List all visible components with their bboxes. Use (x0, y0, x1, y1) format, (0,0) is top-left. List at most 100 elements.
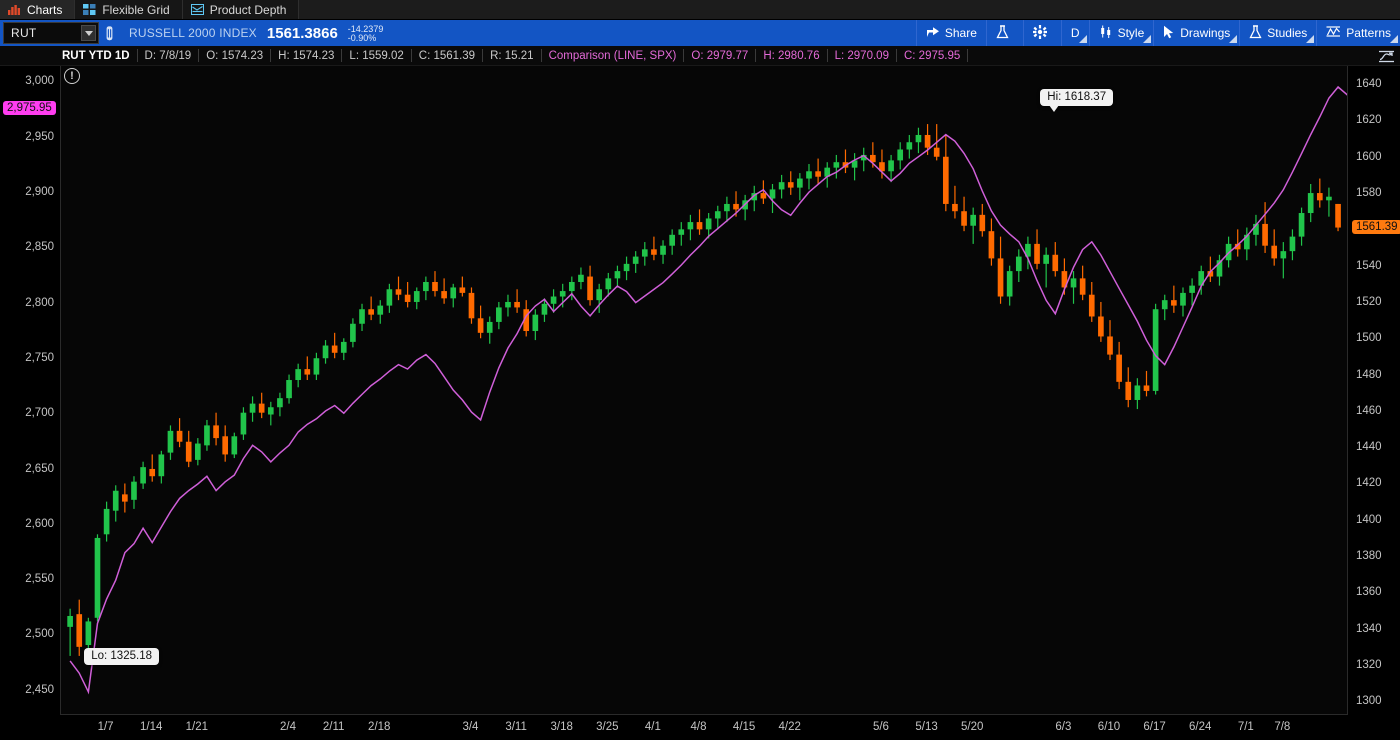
comparison-low-label: L: (834, 49, 845, 62)
left-axis-tick: 3,000 (25, 75, 54, 88)
studies-button[interactable]: Studies (1239, 20, 1316, 46)
alert-circle-icon[interactable]: ! (64, 68, 80, 84)
date-axis-tick: 1/14 (140, 721, 163, 733)
symbol-dropdown-caret[interactable] (81, 25, 96, 41)
info-high-value: 1574.23 (292, 49, 335, 62)
comparison-low: L: 2970.09 (828, 50, 896, 62)
high-callout: Hi: 1618.37 (1040, 89, 1114, 113)
studies-menu-caret[interactable] (1306, 35, 1315, 43)
timeframe-button[interactable]: D (1060, 20, 1089, 46)
quote-strip[interactable]: RUSSELL 2000 INDEX 1561.3866 -14.2379 -0… (119, 20, 393, 46)
info-low-label: L: (349, 49, 360, 62)
app-tab-flexible-grid[interactable]: Flexible Grid (75, 0, 183, 19)
info-date-label: D: (144, 49, 157, 62)
drawings-menu-caret[interactable] (1229, 35, 1238, 43)
info-open: O: 1574.23 (199, 50, 270, 62)
patterns-menu-caret[interactable] (1390, 35, 1398, 43)
style-label: Style (1117, 26, 1145, 40)
right-axis-tick: 1460 (1356, 404, 1382, 417)
left-axis-tick: 2,500 (25, 628, 54, 641)
date-axis-tick: 3/4 (462, 721, 479, 733)
comparison-open: O: 2979.77 (684, 50, 755, 62)
comparison-high-value: 2980.76 (778, 49, 820, 62)
share-label: Share (944, 26, 977, 40)
chart-area[interactable]: 3,000 2,950 2,900 2,850 2,800 2,750 2,700 2,650… (0, 66, 1400, 740)
date-axis-tick: 3/25 (596, 721, 619, 733)
right-price-axis[interactable]: 1640162016001580156015401520150014801460… (1349, 66, 1400, 714)
right-axis-tick: 1380 (1356, 550, 1382, 563)
quote-description: RUSSELL 2000 INDEX (129, 26, 257, 40)
left-axis-tick: 2,900 (25, 186, 54, 199)
settings-button[interactable] (1022, 20, 1061, 46)
date-axis-tick: 7/8 (1274, 721, 1291, 733)
date-axis-tick: 6/10 (1097, 721, 1121, 733)
right-axis-tick: 1340 (1356, 622, 1382, 635)
share-button[interactable]: Share (915, 20, 986, 46)
app-tab-product-depth-label: Product Depth (209, 2, 287, 17)
style-button[interactable]: Style (1088, 20, 1154, 46)
info-close-label: C: (418, 49, 431, 62)
date-axis-tick: 3/11 (505, 721, 527, 733)
right-axis-tick: 1320 (1356, 658, 1382, 671)
share-icon (926, 26, 940, 41)
info-date-value: 7/8/19 (159, 49, 192, 62)
comparison-label[interactable]: Comparison (LINE, SPX) (542, 50, 684, 62)
style-menu-caret[interactable] (1143, 35, 1152, 43)
comparison-close-value: 2975.95 (918, 49, 961, 62)
info-low: L: 1559.02 (342, 50, 410, 62)
symbol-value: RUT (11, 26, 37, 40)
info-open-value: 1574.23 (221, 49, 264, 62)
app-tab-product-depth[interactable]: Product Depth (182, 0, 300, 19)
info-high: H: 1574.23 (271, 50, 341, 62)
chart-toolbar: RUT RUSSELL 2000 INDEX 1561.3866 -14.237… (0, 20, 1400, 46)
date-axis-tick: 5/6 (872, 721, 889, 733)
divider (967, 49, 969, 62)
date-axis[interactable]: 1/7 1/14 1/21 2/4 2/11 2/18 3/4 3/11 3/18 3/25 4/1… (60, 714, 1348, 740)
left-axis-tick: 2,600 (25, 517, 54, 530)
date-axis-tick: 2/11 (322, 721, 345, 733)
left-axis-tick: 2,800 (25, 296, 54, 309)
comparison-high-label: H: (763, 49, 775, 62)
right-axis-tick: 1440 (1356, 441, 1382, 454)
timeframe-menu-caret[interactable] (1078, 35, 1087, 43)
right-axis-tick: 1540 (1356, 259, 1382, 272)
right-axis-tick: 1620 (1356, 114, 1382, 127)
chart-title: RUT YTD 1D (62, 49, 130, 62)
patterns-label: Patterns (1346, 26, 1391, 40)
drawings-button[interactable]: Drawings (1153, 20, 1239, 46)
info-low-value: 1559.02 (362, 49, 404, 62)
date-axis-tick: 4/22 (778, 721, 801, 733)
bar-chart-icon (8, 4, 21, 15)
left-axis-tick: 2,450 (25, 683, 54, 696)
left-price-axis[interactable]: 3,000 2,950 2,900 2,850 2,800 2,750 2,700 2,650… (0, 66, 60, 714)
quote-change: -14.2379 -0.90% (348, 24, 384, 43)
studies-label: Studies (1267, 26, 1308, 40)
date-axis-tick: 5/13 (915, 721, 938, 733)
right-axis-tick: 1600 (1356, 150, 1382, 163)
studies-flask-button[interactable] (985, 20, 1023, 46)
date-axis-tick: 1/21 (185, 721, 209, 733)
info-close-value: 1561.39 (433, 49, 476, 62)
info-range-value: 15.21 (504, 49, 534, 62)
info-high-label: H: (278, 49, 290, 62)
right-axis-tick: 1300 (1356, 695, 1382, 708)
right-axis-tick: 1400 (1356, 513, 1382, 526)
info-range: R: 15.21 (483, 50, 540, 62)
right-axis-tick: 1360 (1356, 586, 1382, 599)
date-axis-tick: 1/7 (97, 721, 114, 733)
spx-last-price-tag: 2,975.95 (3, 101, 56, 116)
comparison-open-label: O: (691, 49, 704, 62)
chart-plot[interactable] (60, 66, 1348, 714)
left-axis-tick: 2,700 (25, 407, 54, 420)
right-axis-tick: 1580 (1356, 187, 1382, 200)
patterns-button[interactable]: Patterns (1316, 20, 1400, 46)
link-icon[interactable] (99, 20, 119, 46)
date-axis-tick: 7/1 (1237, 721, 1254, 733)
comparison-close: C: 2975.95 (897, 50, 967, 62)
app-tab-charts[interactable]: Charts (0, 0, 76, 19)
left-axis-tick: 2,650 (25, 462, 54, 475)
symbol-input[interactable]: RUT (3, 22, 99, 44)
left-axis-tick: 2,950 (25, 130, 54, 143)
chart-scale-icon[interactable] (1374, 46, 1398, 66)
